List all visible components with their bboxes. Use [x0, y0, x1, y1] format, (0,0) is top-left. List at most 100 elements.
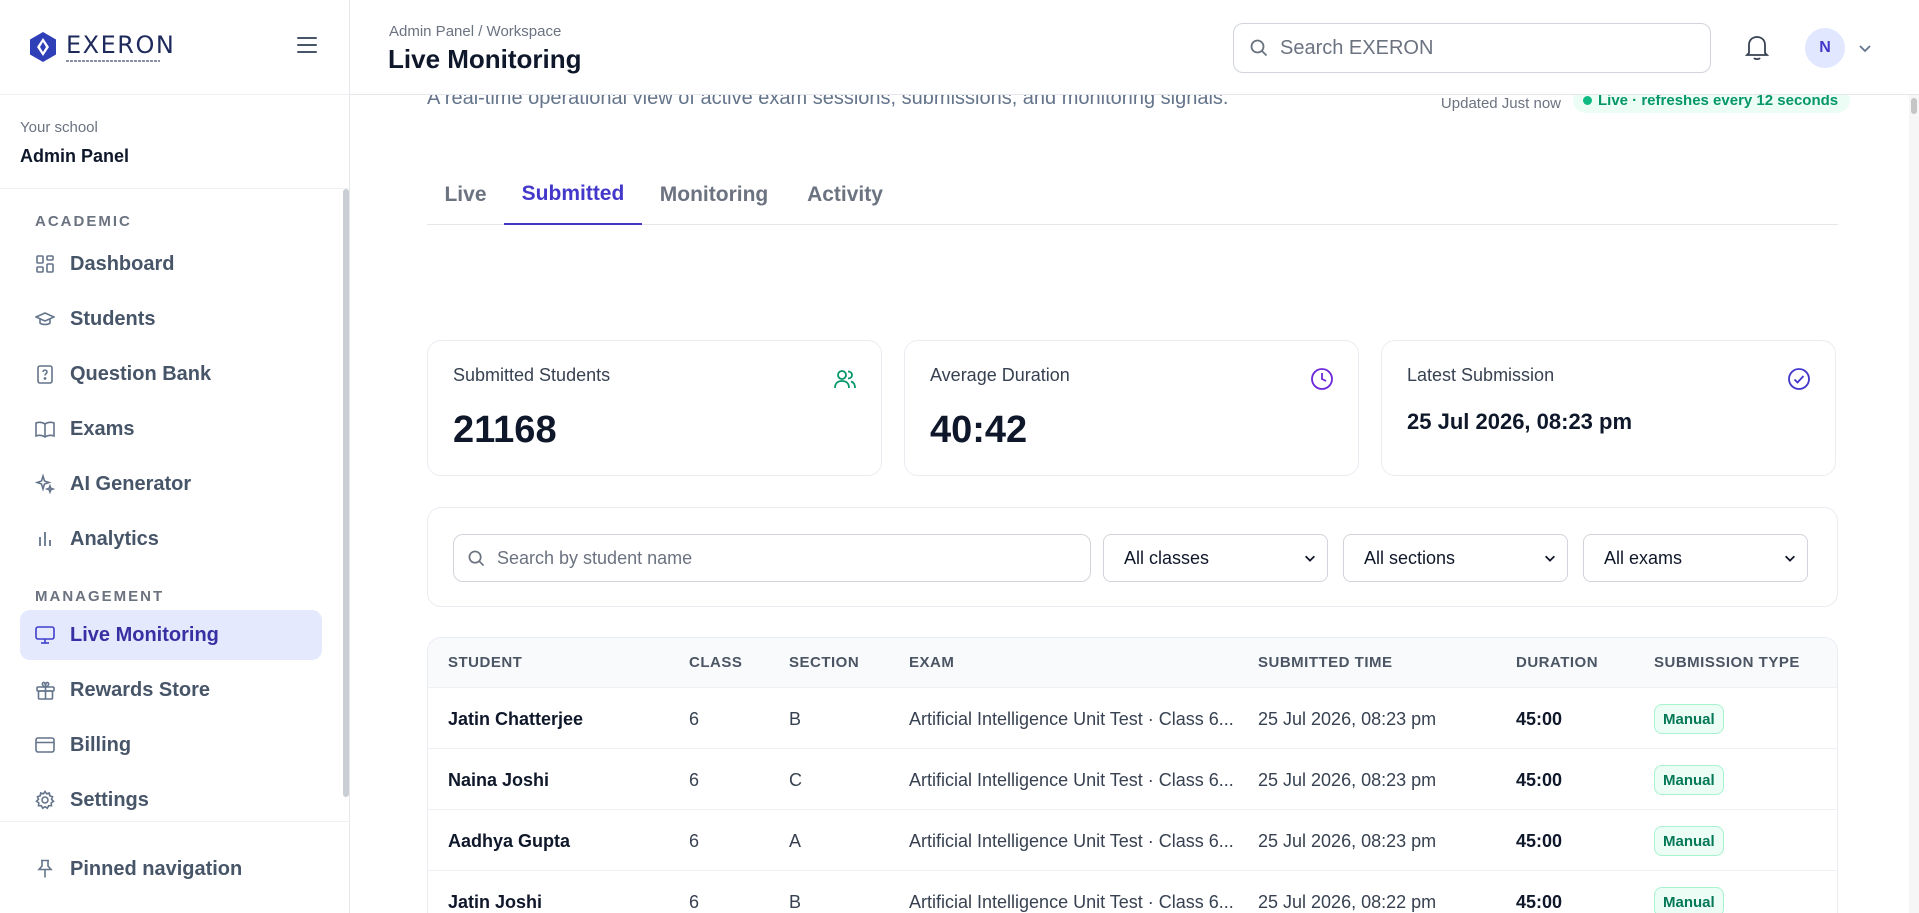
column-header-student[interactable]: STUDENT: [448, 654, 522, 671]
cell-exam: Artificial Intelligence Unit Test · Clas…: [909, 831, 1234, 851]
sidebar-item-live-monitoring[interactable]: Live Monitoring: [20, 610, 322, 660]
chevron-down-icon[interactable]: [1857, 40, 1873, 56]
brand-text: EXERON: [66, 33, 175, 62]
sidebar-item-question-bank[interactable]: Question Bank: [20, 349, 322, 399]
sidebar-scrollbar[interactable]: [342, 189, 350, 821]
grid-icon: [35, 254, 55, 274]
main-scrollbar[interactable]: [1909, 95, 1919, 913]
section-select-value: All sections: [1364, 547, 1456, 568]
table-row[interactable]: Aadhya Gupta 6 A Artificial Intelligence…: [428, 810, 1837, 871]
chevron-down-icon: [1545, 555, 1555, 562]
cell-duration: 45:00: [1516, 831, 1563, 851]
sidebar-item-label: Live Monitoring: [70, 623, 219, 646]
table-row[interactable]: Jatin Joshi 6 B Artificial Intelligence …: [428, 871, 1837, 913]
cell-student: Jatin Chatterjee: [448, 709, 584, 729]
submission-type-badge: Manual: [1654, 887, 1724, 913]
stat-card-submitted-students: Submitted Students 21168: [427, 340, 882, 476]
sidebar-item-dashboard[interactable]: Dashboard: [20, 239, 322, 289]
filter-bar: All classes All sections All exams: [427, 507, 1838, 607]
school-name: Admin Panel: [20, 146, 130, 166]
hamburger-menu-icon[interactable]: [297, 37, 317, 53]
stat-value: 25 Jul 2026, 08:23 pm: [1407, 409, 1633, 434]
gear-icon: [35, 790, 55, 810]
stat-label: Submitted Students: [453, 365, 611, 385]
cell-class: 6: [689, 709, 700, 729]
sidebar-item-label: Settings: [70, 788, 149, 811]
sidebar-item-ai-generator[interactable]: AI Generator: [20, 459, 322, 509]
sidebar-item-label: Rewards Store: [70, 678, 211, 701]
global-search[interactable]: [1233, 23, 1711, 73]
cell-submitted-time: 25 Jul 2026, 08:23 pm: [1258, 770, 1437, 790]
tab-live[interactable]: Live: [427, 165, 504, 225]
pinned-navigation-label: Pinned navigation: [70, 857, 243, 880]
exam-select-value: All exams: [1604, 547, 1683, 568]
cell-section: A: [789, 831, 802, 851]
sidebar-item-label: Dashboard: [70, 252, 175, 275]
column-header-class[interactable]: CLASS: [689, 654, 742, 671]
cell-submitted-time: 25 Jul 2026, 08:23 pm: [1258, 831, 1437, 851]
cell-duration: 45:00: [1516, 892, 1563, 912]
stat-card-latest-submission: Latest Submission 25 Jul 2026, 08:23 pm: [1381, 340, 1836, 476]
page-description: A real-time operational view of active e…: [427, 95, 1229, 109]
exam-select[interactable]: All exams: [1583, 534, 1808, 582]
class-select-value: All classes: [1124, 547, 1210, 568]
cell-class: 6: [689, 831, 700, 851]
cell-student: Naina Joshi: [448, 770, 550, 790]
cell-student: Jatin Joshi: [448, 892, 543, 912]
student-search[interactable]: [453, 534, 1091, 582]
tab-monitoring[interactable]: Monitoring: [642, 165, 786, 225]
column-header-submission-type[interactable]: SUBMISSION TYPE: [1654, 654, 1800, 671]
cell-class: 6: [689, 770, 700, 790]
sidebar-item-billing[interactable]: Billing: [20, 720, 322, 770]
brand-tagline-graphic: [66, 59, 160, 62]
nav-group-management: MANAGEMENT: [35, 588, 165, 605]
global-search-input[interactable]: [1280, 36, 1680, 60]
check-circle-icon: [1788, 368, 1810, 390]
cell-section: B: [789, 892, 802, 912]
sidebar-item-settings[interactable]: Settings: [20, 775, 322, 821]
student-search-input[interactable]: [497, 547, 1077, 569]
brand-name: EXERON: [66, 30, 176, 59]
school-label: Your school: [20, 119, 98, 136]
sidebar-item-label: Analytics: [70, 527, 159, 550]
tab-bar: Live Submitted Monitoring Activity: [427, 165, 1838, 225]
section-select[interactable]: All sections: [1343, 534, 1568, 582]
column-header-exam[interactable]: EXAM: [909, 654, 954, 671]
sidebar-item-label: Students: [70, 307, 156, 330]
cell-duration: 45:00: [1516, 709, 1563, 729]
sidebar-item-rewards-store[interactable]: Rewards Store: [20, 665, 322, 715]
tab-activity[interactable]: Activity: [786, 165, 904, 225]
search-icon: [468, 550, 485, 566]
cell-exam: Artificial Intelligence Unit Test · Clas…: [909, 770, 1234, 790]
nav-group-academic: ACADEMIC: [35, 213, 132, 230]
clock-icon: [1311, 368, 1333, 390]
sidebar-item-students[interactable]: Students: [20, 294, 322, 344]
bell-icon[interactable]: [1744, 33, 1770, 61]
class-select[interactable]: All classes: [1103, 534, 1328, 582]
cell-duration: 45:00: [1516, 770, 1563, 790]
tab-submitted[interactable]: Submitted: [504, 165, 642, 225]
live-dot-icon: [1583, 95, 1592, 105]
live-status-badge: Live · refreshes every 12 seconds: [1573, 95, 1851, 113]
stat-value: 21168: [453, 409, 557, 451]
stat-label: Latest Submission: [1407, 365, 1555, 385]
sidebar-item-analytics[interactable]: Analytics: [20, 514, 322, 564]
top-header: Admin Panel / Workspace Live Monitoring …: [350, 0, 1919, 95]
avatar[interactable]: N: [1805, 28, 1845, 68]
sidebar-item-exams[interactable]: Exams: [20, 404, 322, 454]
column-header-submitted-time[interactable]: SUBMITTED TIME: [1258, 654, 1393, 671]
submission-type-badge: Manual: [1654, 765, 1724, 795]
gift-icon: [35, 680, 55, 700]
help-file-icon: [35, 364, 55, 384]
table-row[interactable]: Jatin Chatterjee 6 B Artificial Intellig…: [428, 688, 1837, 749]
column-header-duration[interactable]: DURATION: [1516, 654, 1598, 671]
submission-type-badge: Manual: [1654, 826, 1724, 856]
pinned-navigation-button[interactable]: Pinned navigation: [20, 844, 322, 894]
users-icon: [834, 370, 856, 389]
table-row[interactable]: Naina Joshi 6 C Artificial Intelligence …: [428, 749, 1837, 810]
brand: EXERON: [0, 0, 349, 95]
column-header-section[interactable]: SECTION: [789, 654, 859, 671]
pinned-nav-section: Pinned navigation: [0, 821, 350, 913]
breadcrumb: Admin Panel / Workspace: [389, 23, 562, 40]
table-header: STUDENT CLASS SECTION EXAM SUBMITTED TIM…: [428, 638, 1837, 688]
